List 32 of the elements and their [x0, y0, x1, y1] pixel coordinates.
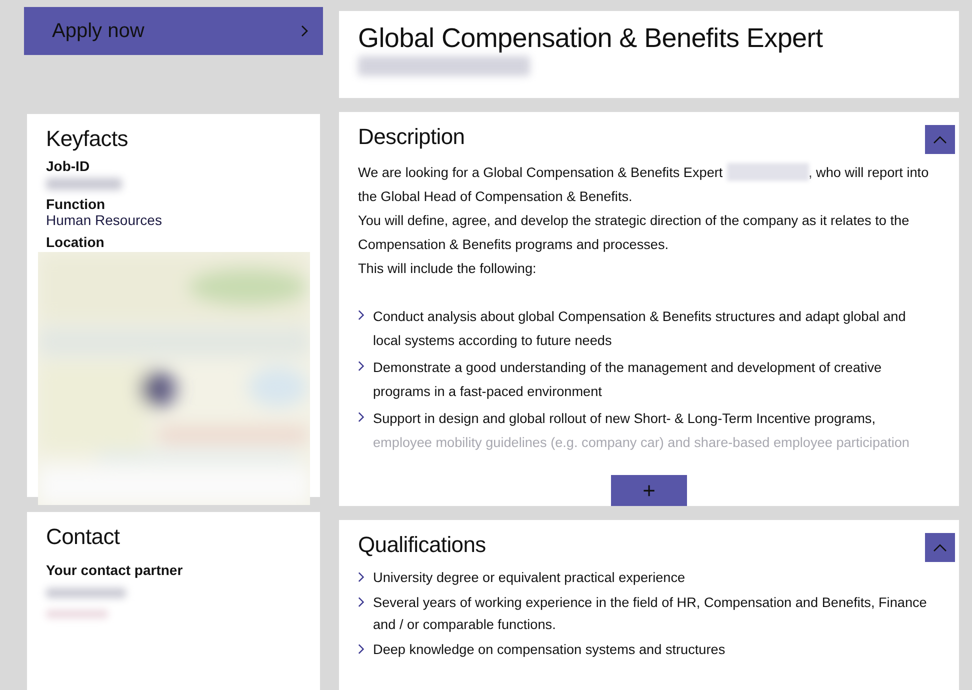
list-item: University degree or equivalent practical experience: [373, 569, 686, 587]
chevron-icon: [358, 571, 365, 584]
apply-button[interactable]: Apply now: [24, 7, 323, 55]
card-title: Contact: [46, 524, 121, 550]
fact-label: Function: [46, 196, 106, 212]
card-title: Keyfacts: [46, 126, 129, 152]
collapse-button[interactable]: [925, 533, 955, 562]
fact-value: Human Resources: [46, 212, 163, 228]
fact-label: Location: [46, 234, 106, 250]
chevron-icon: [358, 643, 365, 656]
expand-button[interactable]: +: [611, 475, 687, 506]
fact-label: Job-ID: [46, 158, 91, 174]
list-item: Deep knowledge on compensation systems and structures: [373, 641, 726, 659]
chevron-icon: [358, 596, 365, 609]
paragraph: We are looking for a Global Compensation & Benefits Expert , who will report into the Global Head of Compensation & Benefits.: [358, 162, 930, 206]
contact-subtitle: Your contact partner: [46, 562, 184, 578]
chevron-icon: [358, 360, 365, 373]
card-title: Qualifications: [358, 532, 486, 558]
card-title: Description: [358, 124, 465, 150]
chevron-icon: [358, 309, 365, 322]
paragraph: This will include the following:: [358, 260, 538, 278]
list-item: Conduct analysis about global Compensation & Benefits structures and adapt global and local systems according to future needs: [373, 308, 907, 350]
list-item: Several years of working experience in the field of HR, Compensation and Benefits, Finance and / or comparable functions.: [373, 594, 928, 634]
caret-icon: [933, 136, 947, 144]
collapse-button[interactable]: [925, 125, 955, 154]
list-item: Support in design and global rollout of new Short- & Long-Term Incentive programs, employee mobility guidelines (e.g. company car) and share-based employee participation: [373, 410, 910, 452]
paragraph: You will define, agree, and develop the strategic direction of the company as it relates to the Compensation & Benefits programs and processes.: [358, 212, 910, 254]
job-title: Global Compensation & Benefits Expert: [358, 23, 824, 54]
caret-icon: [933, 544, 947, 552]
chevron-icon: [358, 411, 365, 424]
chevron-icon: [301, 24, 309, 38]
list-item: Demonstrate a good understanding of the management and development of creative programs in a fast-paced environment: [373, 359, 883, 401]
